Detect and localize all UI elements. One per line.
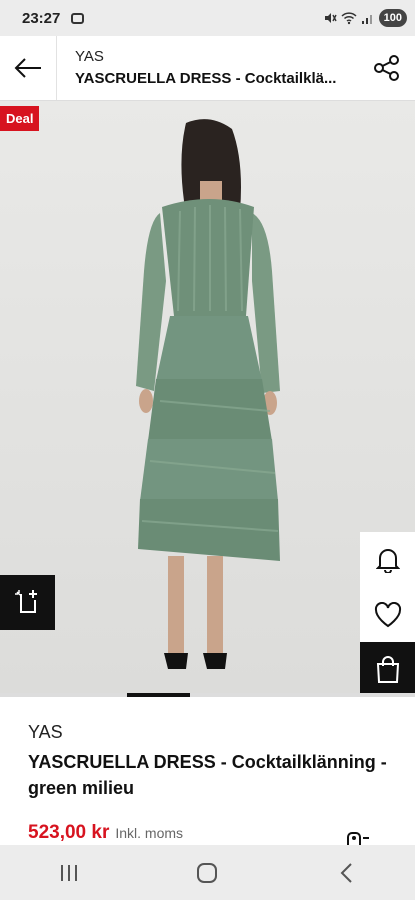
share-button[interactable] bbox=[367, 48, 407, 88]
system-nav-bar bbox=[0, 845, 415, 900]
header-divider bbox=[56, 36, 57, 100]
app-header: YAS YASCRUELLA DRESS - Cocktailklä... bbox=[0, 36, 415, 101]
product-price: 523,00 kr bbox=[28, 822, 110, 843]
recents-icon bbox=[61, 864, 78, 881]
price-row: 523,00 kr Inkl. moms bbox=[28, 822, 183, 844]
product-name: YASCRUELLA DRESS - Cocktailklänning - gr… bbox=[28, 752, 387, 798]
share-icon bbox=[374, 55, 399, 81]
carousel-track bbox=[0, 693, 415, 697]
header-brand: YAS bbox=[75, 48, 104, 65]
notify-button[interactable] bbox=[360, 532, 415, 587]
price-tag-icon[interactable] bbox=[345, 828, 371, 845]
heart-icon bbox=[374, 601, 401, 627]
product-brand[interactable]: YAS bbox=[28, 722, 63, 743]
screen-record-icon bbox=[71, 13, 84, 24]
back-button[interactable] bbox=[6, 44, 50, 92]
home-button[interactable] bbox=[167, 845, 247, 900]
bell-icon bbox=[375, 548, 400, 573]
carousel-indicator bbox=[127, 693, 190, 697]
shopping-bag-icon bbox=[376, 655, 399, 683]
side-actions bbox=[360, 532, 415, 697]
status-bar: 23:27 100 bbox=[0, 0, 415, 36]
wishlist-button[interactable] bbox=[360, 587, 415, 642]
wifi-icon bbox=[341, 12, 357, 25]
add-to-cart-button[interactable] bbox=[360, 642, 415, 697]
battery-indicator: 100 bbox=[378, 9, 407, 27]
compare-button[interactable] bbox=[0, 575, 55, 630]
recents-button[interactable] bbox=[29, 845, 109, 900]
system-back-button[interactable] bbox=[306, 845, 386, 900]
header-title: YASCRUELLA DRESS - Cocktailklä... bbox=[75, 70, 337, 87]
arrow-left-icon bbox=[14, 58, 41, 78]
deal-badge: Deal bbox=[0, 106, 40, 131]
vat-note: Inkl. moms bbox=[115, 825, 184, 841]
product-image[interactable] bbox=[0, 101, 415, 697]
signal-icon bbox=[361, 15, 372, 24]
home-icon bbox=[197, 862, 218, 883]
back-icon bbox=[340, 862, 352, 883]
status-time: 23:27 bbox=[22, 10, 61, 27]
mute-icon bbox=[324, 13, 337, 23]
compare-icon bbox=[14, 589, 37, 613]
dress-photo bbox=[0, 101, 415, 697]
status-icons: 100 bbox=[323, 9, 407, 27]
